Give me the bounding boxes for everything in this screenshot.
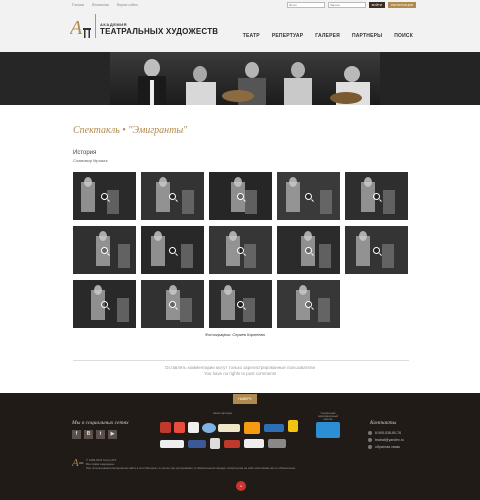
toplink-contacts[interactable]: Контакты [92,3,109,7]
partners-label: Наши партнеры [213,412,233,415]
social-title: Мы в социальных сетях [72,420,129,426]
gallery-thumbnail[interactable] [345,172,408,220]
partners-block: Наши партнеры [158,412,308,458]
photo-gallery [73,172,409,328]
zoom-icon [237,246,244,254]
password-input[interactable] [327,2,366,8]
zoom-icon [373,192,380,200]
main-nav: ТЕАТР РЕПЕРТУАР ГАЛЕРЕЯ ПАРТНЕРЫ ПОИСК [243,33,413,39]
facebook-icon[interactable]: f [72,430,81,439]
gallery-thumbnail[interactable] [277,172,340,220]
partner-logo[interactable] [160,440,184,448]
top-links: Главная Контакты Карта сайта [72,3,138,7]
partner-logo[interactable] [160,422,171,433]
logo-divider [95,14,96,38]
contact-phone: 8-905-538-80-76 [368,431,401,435]
gallery-thumbnail[interactable] [277,226,340,274]
divider [73,360,409,361]
youtube-icon[interactable]: ▶ [108,430,117,439]
logo-line2: ТЕАТРАЛЬНЫХ ХУДОЖЕСТВ [100,27,219,36]
zoom-icon [169,246,176,254]
toplink-sitemap[interactable]: Карта сайта [117,3,138,7]
zoom-icon [101,300,108,308]
gallery-thumbnail[interactable] [73,280,136,328]
twitter-icon[interactable]: t [96,430,105,439]
gallery-thumbnail[interactable] [73,226,136,274]
svg-text:А: А [70,17,83,39]
copyright-line3: При использовании материалов сайта в сет… [86,466,296,470]
scroll-top-button[interactable]: НАВЕРХ [233,394,257,404]
svg-text:А: А [72,457,79,469]
login-input[interactable] [286,2,325,8]
feedback-icon [368,445,372,449]
partner-logo[interactable] [210,438,220,449]
nav-partners[interactable]: ПАРТНЕРЫ [352,33,382,39]
gallery-thumbnail[interactable] [209,280,272,328]
zoom-icon [305,300,312,308]
zoom-icon [101,192,108,200]
info-partner-label: Генеральный информационный партнер [318,412,338,421]
comments-notice-ru: Оставлять комментарии могут только зарег… [165,365,315,370]
gallery-thumbnail[interactable] [345,226,408,274]
partner-logo[interactable] [244,439,264,448]
theatre-logo-icon[interactable]: А [70,16,92,40]
phone-icon [368,431,372,435]
partner-logo[interactable] [202,423,216,433]
vk-icon[interactable]: В [84,430,93,439]
nav-theatre[interactable]: ТЕАТР [243,33,260,39]
comments-notice-en: You have no rights to post comments [203,371,277,376]
partner-logo[interactable] [188,422,199,433]
gallery-thumbnail[interactable] [141,280,204,328]
nav-gallery[interactable]: ГАЛЕРЕЯ [315,33,340,39]
gallery-thumbnail[interactable] [209,226,272,274]
login-bar: ВОЙТИ РЕГИСТРАЦИЯ [286,2,416,8]
zoom-icon [373,246,380,254]
contacts-title: Контакты [370,420,397,426]
gallery-thumbnail[interactable] [141,172,204,220]
zoom-icon [237,300,244,308]
section-title: История [73,150,97,156]
zoom-icon [305,192,312,200]
gallery-thumbnail[interactable] [73,172,136,220]
author-subtitle: Славомир Мрожек [73,158,108,163]
photo-credit: Фотографии: Сергея Карнеева [205,332,265,337]
contact-email[interactable]: teatrat@yandex.ru [368,438,404,442]
partner-logo[interactable] [288,420,298,432]
header-banner-photo [0,52,480,105]
gallery-thumbnail[interactable] [277,280,340,328]
partner-logo[interactable] [188,440,206,448]
zoom-icon [237,192,244,200]
partner-logo[interactable] [264,424,284,432]
partner-logo[interactable] [218,424,240,432]
register-button[interactable]: РЕГИСТРАЦИЯ [387,2,416,8]
logo-text[interactable]: АКАДЕМИЯ ТЕАТРАЛЬНЫХ ХУДОЖЕСТВ [100,22,218,36]
contact-feedback[interactable]: обратная связь [368,445,400,449]
partner-logo[interactable] [174,422,185,433]
performance-title: Спектакль • "Эмигранты" [73,125,188,136]
footer-logo-icon: А [72,457,84,469]
counter-badge-icon[interactable]: ● [236,481,246,491]
gallery-thumbnail[interactable] [141,226,204,274]
partner-logo[interactable] [268,439,286,448]
gallery-thumbnail[interactable] [209,172,272,220]
zoom-icon [169,192,176,200]
zoom-icon [169,300,176,308]
partner-logo[interactable] [224,440,240,448]
social-icons: f В t ▶ [72,430,117,439]
info-partner-logo[interactable] [316,422,340,438]
nav-search[interactable]: ПОИСК [394,33,413,39]
toplink-home[interactable]: Главная [72,3,84,7]
zoom-icon [305,246,312,254]
login-button[interactable]: ВОЙТИ [368,2,385,8]
nav-repertoire[interactable]: РЕПЕРТУАР [272,33,303,39]
banner-image [0,52,480,105]
zoom-icon [101,246,108,254]
email-icon [368,438,372,442]
partner-logo[interactable] [244,422,260,434]
